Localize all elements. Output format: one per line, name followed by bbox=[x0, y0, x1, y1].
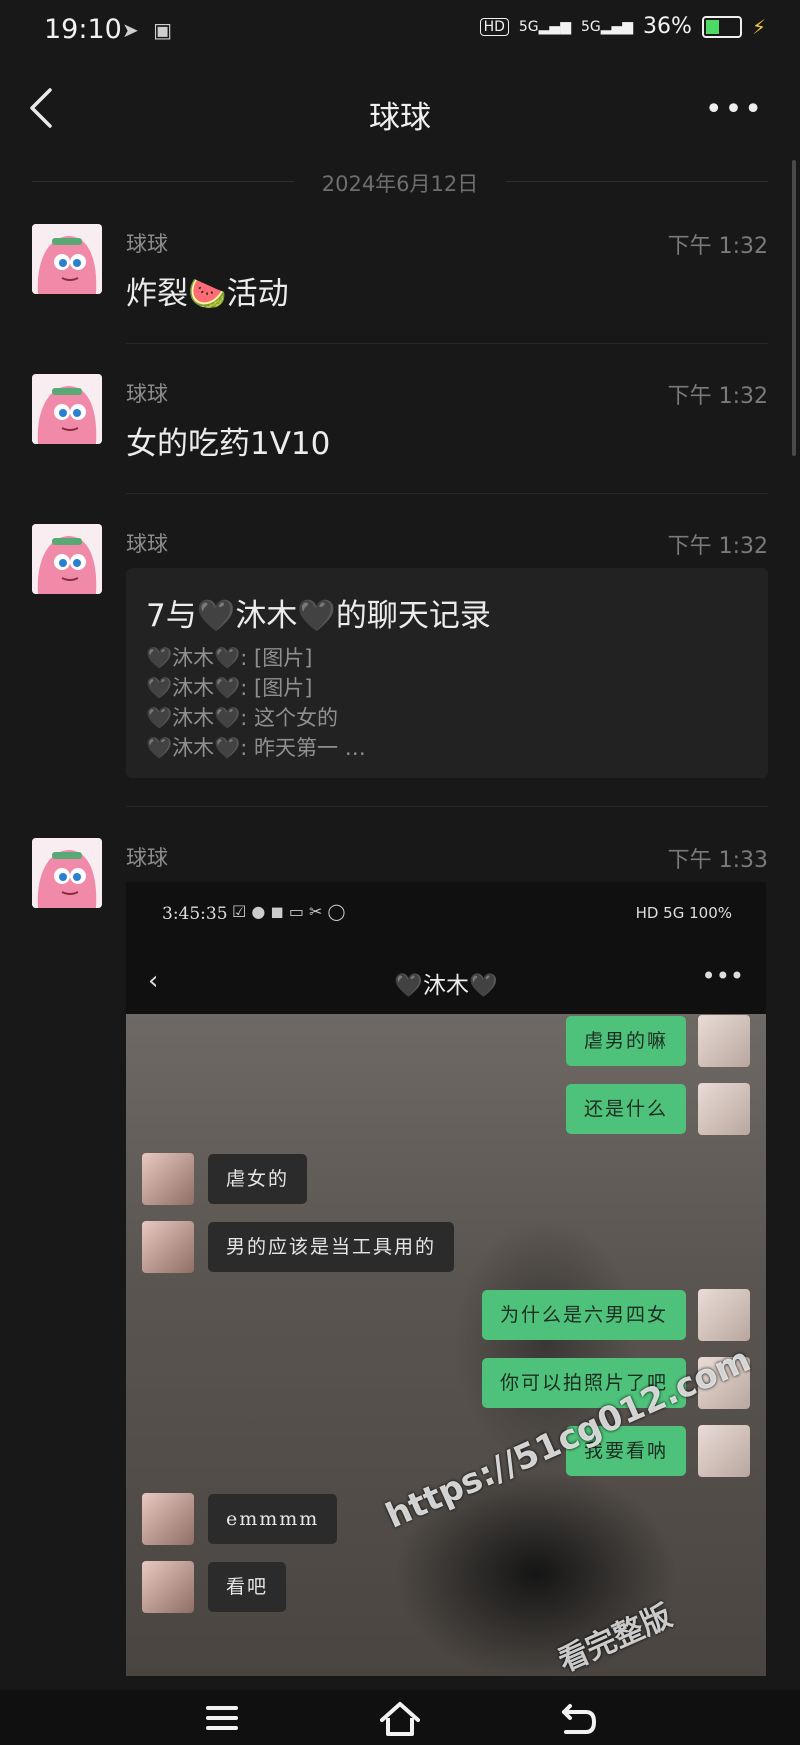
embedded-bubble-row: 看吧 bbox=[142, 1560, 287, 1614]
embedded-status-time: 3:45:35 bbox=[162, 904, 228, 924]
date-label: 2024年6月12日 bbox=[321, 172, 479, 196]
embedded-app-icons: ☑ ● ◼ ▭ ✂ ◯ bbox=[232, 902, 346, 921]
embedded-avatar bbox=[142, 1561, 194, 1613]
message-separator bbox=[126, 806, 768, 807]
menu-icon[interactable] bbox=[200, 1698, 244, 1738]
embedded-avatar bbox=[698, 1425, 750, 1477]
chat-record-line: 🖤沐木🖤: 这个女的 bbox=[146, 706, 339, 730]
embedded-chat-body: 虐男的嘛 还是什么 虐女的 男的应该是当工具用的 为什么是六男四女 你可以拍照片… bbox=[126, 1014, 766, 1676]
message-text[interactable]: 炸裂🍉活动 bbox=[126, 268, 289, 313]
sender-name: 球球 bbox=[126, 232, 168, 256]
message-time: 下午 1:32 bbox=[667, 534, 768, 559]
avatar[interactable] bbox=[32, 374, 102, 444]
signal-icon-1: 5G▂▄▆ bbox=[518, 18, 571, 35]
message-time: 下午 1:33 bbox=[667, 848, 768, 873]
status-bar: 19:10 ➤ ▣ HD 5G▂▄▆ 5G▂▄▆ 36% ⚡ bbox=[0, 0, 800, 62]
embedded-bubble: 男的应该是当工具用的 bbox=[208, 1222, 455, 1272]
embedded-bubble: 看吧 bbox=[208, 1562, 287, 1612]
hd-icon: HD bbox=[479, 17, 509, 36]
embedded-avatar bbox=[142, 1493, 194, 1545]
chat-header: 球球 ••• bbox=[0, 62, 800, 162]
embedded-avatar bbox=[142, 1221, 194, 1273]
sender-name: 球球 bbox=[126, 382, 168, 406]
embedded-bubble: 还是什么 bbox=[565, 1084, 686, 1134]
back-icon[interactable] bbox=[556, 1698, 600, 1738]
telegram-icon: ➤ bbox=[122, 18, 139, 42]
embedded-bubble-row: 虐男的嘛 bbox=[565, 1014, 750, 1068]
image-message[interactable]: 3:45:35 ☑ ● ◼ ▭ ✂ ◯ HD 5G 100% ‹ 🖤沐木🖤 ••… bbox=[126, 882, 766, 1676]
message-time: 下午 1:32 bbox=[667, 234, 768, 259]
status-notification-icons: ➤ ▣ bbox=[122, 18, 172, 42]
chat-record-line: 🖤沐木🖤: 昨天第一 … bbox=[146, 736, 366, 760]
embedded-chat-title: 🖤沐木🖤 bbox=[394, 973, 498, 999]
scrollbar[interactable] bbox=[792, 160, 796, 456]
embedded-status-bar: 3:45:35 ☑ ● ◼ ▭ ✂ ◯ HD 5G 100% bbox=[126, 882, 766, 944]
message-time: 下午 1:32 bbox=[667, 384, 768, 409]
embedded-bubble: emmmm bbox=[208, 1494, 338, 1544]
embedded-bubble-row: 还是什么 bbox=[565, 1082, 750, 1136]
sender-name: 球球 bbox=[126, 846, 168, 870]
avatar[interactable] bbox=[32, 524, 102, 594]
embedded-status-right: HD 5G 100% bbox=[635, 904, 732, 922]
avatar[interactable] bbox=[32, 838, 102, 908]
embedded-bubble-row: emmmm bbox=[142, 1492, 338, 1546]
embedded-bubble-row: 为什么是六男四女 bbox=[481, 1288, 750, 1342]
chat-record-card[interactable]: 7与🖤沐木🖤的聊天记录 🖤沐木🖤: [图片] 🖤沐木🖤: [图片] 🖤沐木🖤: … bbox=[126, 568, 768, 778]
embedded-bubble: 虐女的 bbox=[208, 1154, 308, 1204]
battery-percent: 36% bbox=[643, 14, 692, 39]
more-options-icon[interactable]: ••• bbox=[705, 92, 764, 127]
signal-icon-2: 5G▂▄▆ bbox=[580, 18, 634, 35]
date-divider: 2024年6月12日 bbox=[32, 168, 768, 196]
message-separator bbox=[126, 343, 768, 344]
embedded-bubble: 虐男的嘛 bbox=[565, 1016, 686, 1066]
chat-title: 球球 bbox=[369, 100, 431, 136]
embedded-avatar bbox=[142, 1153, 194, 1205]
embedded-avatar bbox=[698, 1083, 750, 1135]
charging-icon: ⚡ bbox=[751, 14, 766, 39]
embedded-avatar bbox=[698, 1289, 750, 1341]
chat-record-line: 🖤沐木🖤: [图片] bbox=[146, 646, 313, 670]
system-navigation-bar bbox=[0, 1690, 800, 1745]
home-icon[interactable] bbox=[378, 1698, 422, 1738]
battery-icon bbox=[701, 15, 742, 38]
avatar[interactable] bbox=[32, 224, 102, 294]
sender-name: 球球 bbox=[126, 532, 168, 556]
chat-record-line: 🖤沐木🖤: [图片] bbox=[146, 676, 313, 700]
embedded-more-icon: ••• bbox=[701, 962, 744, 990]
embedded-bubble-row: 男的应该是当工具用的 bbox=[142, 1220, 455, 1274]
embedded-bubble-row: 虐女的 bbox=[142, 1152, 308, 1206]
embedded-chat-header: ‹ 🖤沐木🖤 ••• bbox=[126, 944, 766, 1014]
message-text[interactable]: 女的吃药1V10 bbox=[126, 418, 330, 463]
status-right: HD 5G▂▄▆ 5G▂▄▆ 36% ⚡ bbox=[479, 14, 766, 39]
status-time: 19:10 bbox=[44, 14, 122, 45]
embedded-bubble: 为什么是六男四女 bbox=[481, 1290, 686, 1340]
message-separator bbox=[126, 493, 768, 494]
app-icon: ▣ bbox=[153, 18, 173, 42]
embedded-avatar bbox=[698, 1015, 750, 1067]
chat-record-title: 7与🖤沐木🖤的聊天记录 bbox=[146, 598, 491, 634]
